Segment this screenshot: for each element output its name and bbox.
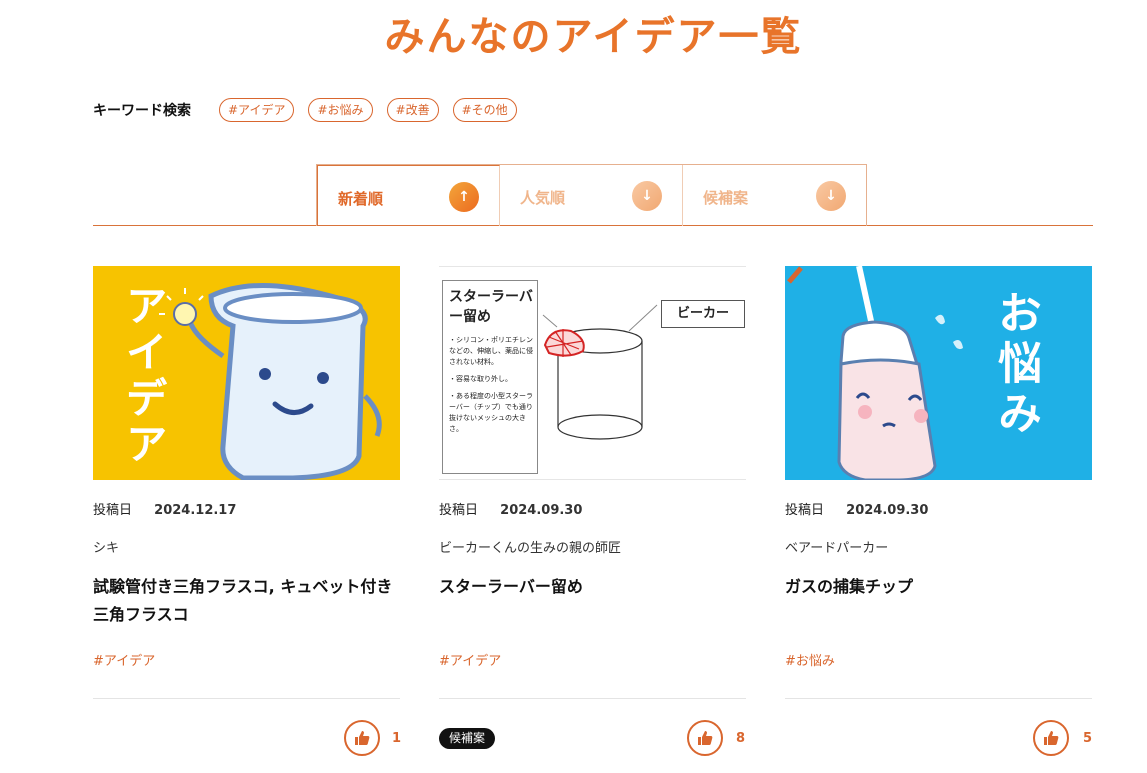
arrow-down-icon: ↓ (632, 181, 662, 211)
sort-tabs: 新着順 ↑ 人気順 ↓ 候補案 ↓ (316, 164, 867, 226)
keyword-tag-worry[interactable]: #お悩み (308, 98, 373, 122)
post-date-value: 2024.09.30 (846, 503, 929, 518)
thumbs-up-icon (355, 731, 370, 745)
post-date: 投稿日 2024.12.17 (93, 499, 400, 518)
card-image-caption: アイデア (119, 284, 168, 468)
post-date-label: 投稿日 (93, 503, 133, 518)
author-name: ベアードパーカー (785, 541, 889, 556)
post-date-label: 投稿日 (785, 503, 825, 518)
author-name: シキ (93, 541, 120, 556)
sketch-callout: ビーカー (661, 300, 745, 328)
card-title[interactable]: 試験管付き三角フラスコ, キュベット付き三角フラスコ (93, 573, 400, 629)
card-divider (439, 698, 746, 699)
idea-card[interactable]: お悩み 投稿日 2024.09.30 ベアードパーカー ガスの捕集チップ #お悩… (785, 266, 1092, 756)
card-divider (785, 698, 1092, 699)
card-tag[interactable]: #お悩み (785, 650, 835, 669)
idea-card[interactable]: アイデア 投稿日 2024.12.17 シキ 試験管付き三角フラスコ, キュベッ… (93, 266, 401, 756)
post-date: 投稿日 2024.09.30 (785, 499, 1092, 518)
thumbs-up-icon (698, 731, 713, 745)
post-date-value: 2024.09.30 (500, 503, 583, 518)
like-button[interactable] (1033, 720, 1069, 756)
post-date: 投稿日 2024.09.30 (439, 499, 746, 518)
card-divider (93, 698, 400, 699)
beaker-sketch-icon (542, 304, 658, 440)
tab-newest-label: 新着順 (338, 190, 384, 208)
candidate-badge: 候補案 (439, 728, 496, 749)
card-image-caption: お悩み (990, 290, 1041, 440)
card-title[interactable]: スターラーバー留め (439, 573, 746, 629)
sort-bar: 新着順 ↑ 人気順 ↓ 候補案 ↓ (93, 164, 1093, 226)
tab-newest[interactable]: 新着順 ↑ (317, 165, 500, 226)
arrow-up-icon: ↑ (449, 182, 479, 212)
like-count: 5 (1083, 731, 1093, 746)
keyword-search-label: キーワード検索 (93, 103, 191, 119)
post-date-label: 投稿日 (439, 503, 479, 518)
keyword-tag-other[interactable]: #その他 (452, 98, 517, 122)
tab-popular-label: 人気順 (520, 189, 566, 207)
card-thumbnail[interactable]: スターラーバー留め ・シリコン・ポリエチレンなどの、伸縮し、薬品に侵されない材料… (439, 266, 746, 480)
card-tag[interactable]: #アイデア (93, 650, 155, 669)
arrow-down-icon: ↓ (816, 181, 846, 211)
like-count: 1 (392, 731, 402, 746)
idea-card[interactable]: スターラーバー留め ・シリコン・ポリエチレンなどの、伸縮し、薬品に侵されない材料… (439, 266, 746, 756)
author-name: ビーカーくんの生みの親の師匠 (439, 541, 622, 556)
page-title: みんなのアイデア一覧 (384, 14, 803, 60)
tab-candidates-label: 候補案 (703, 189, 749, 207)
like-count: 8 (736, 731, 746, 746)
card-title[interactable]: ガスの捕集チップ (785, 573, 1092, 629)
post-date-value: 2024.12.17 (154, 503, 237, 518)
keyword-tag-improve[interactable]: #改善 (386, 98, 439, 122)
tab-popular[interactable]: 人気順 ↓ (500, 165, 683, 226)
card-thumbnail[interactable]: アイデア (93, 266, 400, 480)
keyword-tag-idea[interactable]: #アイデア (219, 98, 295, 122)
card-tag[interactable]: #アイデア (439, 650, 501, 669)
card-thumbnail[interactable]: お悩み (785, 266, 1092, 480)
like-button[interactable] (687, 720, 723, 756)
thumbs-up-icon (1044, 731, 1059, 745)
tab-candidates[interactable]: 候補案 ↓ (683, 165, 866, 226)
keyword-search: キーワード検索 #アイデア #お悩み #改善 #その他 (93, 98, 531, 122)
like-button[interactable] (344, 720, 380, 756)
